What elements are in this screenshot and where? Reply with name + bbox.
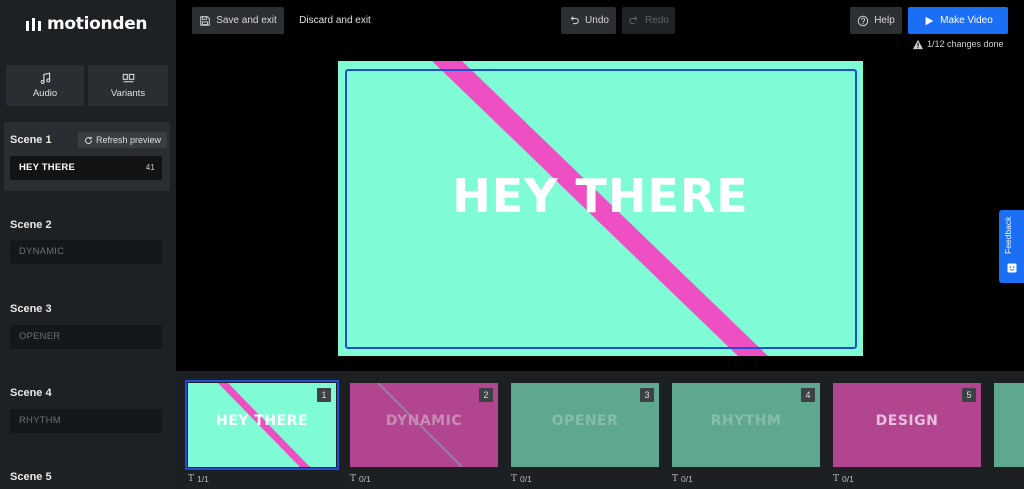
- text-icon: T: [188, 474, 195, 484]
- text-count: T 0/1: [672, 474, 693, 484]
- smiley-icon: [1007, 263, 1017, 273]
- scene-timeline: HEY THERE 1 T 1/1 DYNAMIC 2 T 0/1 OPENER…: [176, 371, 1024, 489]
- text-icon: T: [511, 474, 518, 484]
- scene-title: Scene 3: [10, 303, 52, 315]
- scene-title: Scene 1: [10, 134, 52, 146]
- text-icon: T: [672, 474, 679, 484]
- scene-title: Scene 4: [10, 387, 52, 399]
- text-count: T 0/1: [833, 474, 854, 484]
- text-icon: T: [833, 474, 840, 484]
- make-video-button[interactable]: Make Video: [908, 7, 1008, 34]
- thumb-number: 3: [640, 388, 654, 402]
- scene-text-input[interactable]: DYNAMIC: [10, 240, 162, 264]
- thumb-label: HEY THERE: [216, 413, 308, 429]
- music-note-icon: [40, 72, 50, 84]
- scene-thumbnail-5[interactable]: DESIGN 5: [833, 383, 981, 467]
- scene-text-input[interactable]: RHYTHM: [10, 409, 162, 433]
- scene-thumbnail-6[interactable]: [994, 383, 1024, 467]
- scene-text-value: HEY THERE: [19, 162, 75, 173]
- scene-block-1[interactable]: Scene 1 Refresh preview HEY THERE 41: [4, 122, 170, 191]
- scene-thumbnail-2[interactable]: DYNAMIC 2: [350, 383, 498, 467]
- scene-text-value: OPENER: [19, 331, 61, 342]
- thumb-label: RHYTHM: [710, 413, 782, 429]
- warning-icon: [912, 39, 924, 49]
- variants-icon: [122, 73, 134, 83]
- undo-icon: [570, 15, 579, 24]
- undo-label: Undo: [585, 15, 609, 26]
- text-count-value: 0/1: [520, 474, 532, 484]
- scene-text-value: DYNAMIC: [19, 246, 65, 257]
- scene-title: Scene 2: [10, 219, 52, 231]
- text-icon: T: [350, 474, 357, 484]
- discard-and-exit-label: Discard and exit: [299, 15, 371, 26]
- scene-thumbnail-4[interactable]: RHYTHM 4: [672, 383, 820, 467]
- help-label: Help: [874, 15, 895, 26]
- refresh-icon: [85, 136, 92, 144]
- preview-canvas[interactable]: HEY THERE: [338, 61, 863, 356]
- scene-thumbnail-1[interactable]: HEY THERE 1: [185, 380, 339, 470]
- help-button[interactable]: Help: [850, 7, 902, 34]
- feedback-label: Feedback: [1003, 216, 1013, 254]
- scene-title: Scene 5: [10, 471, 52, 483]
- save-and-exit-label: Save and exit: [216, 15, 277, 26]
- refresh-preview-button[interactable]: Refresh preview: [78, 132, 167, 148]
- scene-text-value: RHYTHM: [19, 415, 61, 426]
- changes-status: 1/12 changes done: [912, 38, 1004, 50]
- text-count-value: 1/1: [197, 474, 209, 484]
- variants-button[interactable]: Variants: [88, 65, 168, 106]
- play-icon: [925, 16, 934, 25]
- scene-block-5[interactable]: Scene 5: [4, 460, 170, 489]
- text-count: T 0/1: [350, 474, 371, 484]
- redo-button[interactable]: Redo: [622, 7, 675, 34]
- brand-name: motionden: [47, 14, 148, 34]
- thumb-number: 2: [479, 388, 493, 402]
- thumb-label: DESIGN: [875, 413, 939, 429]
- text-count: T 0/1: [511, 474, 532, 484]
- scene-block-3[interactable]: Scene 3 OPENER: [4, 292, 170, 352]
- text-count-value: 0/1: [842, 474, 854, 484]
- sidebar: motionden Audio Variants Scene 1 Refresh…: [0, 0, 176, 489]
- audio-button[interactable]: Audio: [6, 65, 84, 106]
- text-count: T 1/1: [188, 474, 209, 484]
- save-and-exit-button[interactable]: Save and exit: [192, 7, 284, 34]
- feedback-tab[interactable]: Feedback: [999, 210, 1024, 283]
- undo-button[interactable]: Undo: [561, 7, 616, 34]
- logo[interactable]: motionden: [26, 13, 148, 35]
- redo-label: Redo: [645, 15, 669, 26]
- text-count-value: 0/1: [359, 474, 371, 484]
- char-count: 41: [145, 163, 155, 172]
- scene-text-input[interactable]: OPENER: [10, 325, 162, 349]
- help-icon: [857, 15, 869, 26]
- preview-headline: HEY THERE: [452, 169, 749, 223]
- make-video-label: Make Video: [940, 15, 993, 26]
- audio-label: Audio: [32, 88, 58, 99]
- discard-and-exit-button[interactable]: Discard and exit: [292, 7, 378, 34]
- thumb-number: 1: [317, 388, 331, 402]
- scene-text-input[interactable]: HEY THERE 41: [10, 156, 162, 180]
- changes-status-text: 1/12 changes done: [927, 39, 1004, 49]
- thumb-number: 5: [962, 388, 976, 402]
- variants-label: Variants: [110, 88, 146, 99]
- refresh-preview-label: Refresh preview: [95, 135, 162, 145]
- scene-thumbnail-3[interactable]: OPENER 3: [511, 383, 659, 467]
- scene-block-4[interactable]: Scene 4 RHYTHM: [4, 376, 170, 436]
- logo-mark-icon: [26, 17, 41, 31]
- thumb-number: 4: [801, 388, 815, 402]
- thumb-label: OPENER: [551, 413, 619, 429]
- save-icon: [200, 15, 210, 26]
- scene-block-2[interactable]: Scene 2 DYNAMIC: [4, 207, 170, 267]
- thumb-label: DYNAMIC: [385, 413, 463, 429]
- redo-icon: [629, 15, 638, 24]
- text-count-value: 0/1: [681, 474, 693, 484]
